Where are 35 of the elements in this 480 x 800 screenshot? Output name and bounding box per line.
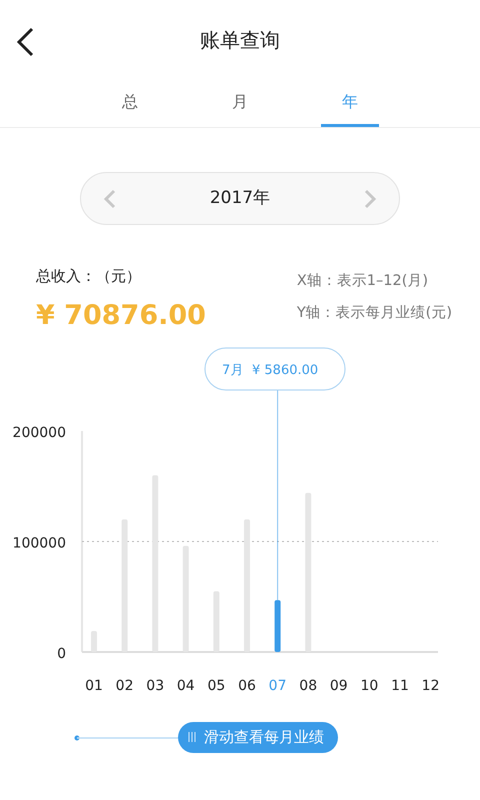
income-label: 总收入：（元） — [36, 266, 142, 287]
bar[interactable] — [244, 519, 250, 652]
month-label: 02 — [116, 678, 134, 694]
bar[interactable] — [274, 600, 281, 652]
chart-tooltip: 7月 ¥ 5860.00 — [204, 348, 346, 390]
grip-icon — [188, 731, 196, 744]
bar[interactable] — [182, 546, 189, 652]
bar[interactable] — [91, 631, 97, 652]
month-label: 04 — [176, 678, 195, 694]
y-tick-label: 0 — [57, 646, 66, 662]
month-label: 08 — [299, 678, 318, 694]
month-label: 07 — [268, 678, 287, 694]
page-title: 账单查询 — [200, 28, 280, 52]
y-tick-label: 100000 — [12, 536, 66, 552]
month-label: 09 — [330, 678, 348, 694]
axis-legend: X轴：表示1–12(月) — [296, 265, 452, 297]
axis-legend: Y轴：表示每月业绩(元) — [296, 297, 452, 329]
month-label: 05 — [207, 678, 226, 694]
month-label: 03 — [146, 678, 164, 694]
month-label: 06 — [238, 678, 256, 694]
month-label: 12 — [422, 678, 440, 694]
month-label: 11 — [391, 678, 409, 694]
month-label: 10 — [360, 678, 378, 694]
month-label: 01 — [85, 678, 103, 694]
tab[interactable]: 年 — [321, 80, 379, 127]
tab[interactable]: 月 — [211, 80, 269, 127]
tab[interactable]: 总 — [101, 80, 159, 127]
bar[interactable] — [213, 591, 220, 652]
bar[interactable] — [122, 519, 128, 652]
income-amount: ¥ 70876.00 — [36, 298, 206, 332]
slide-handle[interactable]: 滑动查看每月业绩 — [178, 722, 338, 752]
bar[interactable] — [152, 475, 158, 652]
y-tick-label: 200000 — [12, 425, 66, 441]
bar[interactable] — [305, 492, 312, 652]
year-value: 2017年 — [210, 186, 270, 210]
